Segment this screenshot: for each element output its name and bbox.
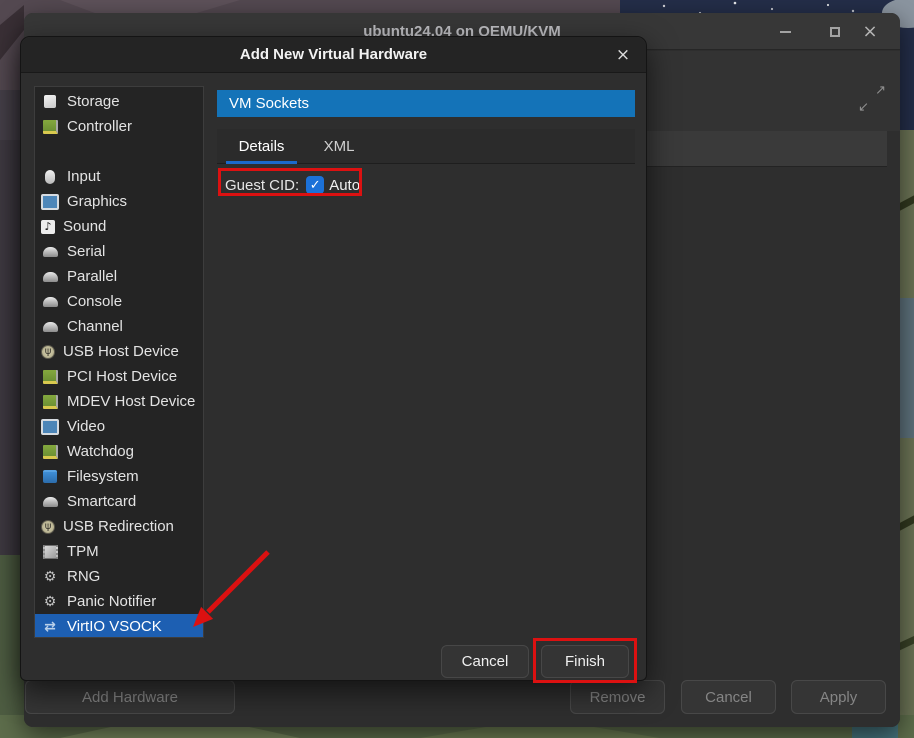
sidebar-item-label: VirtIO VSOCK <box>67 618 162 635</box>
expand-arrow-sw-icon: ↙ <box>858 100 869 115</box>
sidebar-item-tpm[interactable]: TPM <box>35 539 203 564</box>
sidebar-item-label: Smartcard <box>67 493 136 510</box>
sidebar-item-label: Input <box>67 168 100 185</box>
sidebar-item-graphics[interactable]: Graphics <box>35 189 203 214</box>
sidebar-item-parallel[interactable]: Parallel <box>35 264 203 289</box>
sidebar-item-virtio-vsock[interactable]: ⇄ VirtIO VSOCK <box>35 614 203 638</box>
sidebar-item-label: Controller <box>67 118 132 135</box>
serial-port-icon <box>41 294 59 310</box>
pci-card-icon <box>41 119 59 135</box>
sidebar-item-input[interactable]: Input <box>35 164 203 189</box>
tab-details[interactable]: Details <box>226 129 297 164</box>
sidebar-item-smartcard[interactable]: Smartcard <box>35 489 203 514</box>
sidebar-item-panic-notifier[interactable]: ⚙ Panic Notifier <box>35 589 203 614</box>
sidebar-item-serial[interactable]: Serial <box>35 239 203 264</box>
pci-card-icon <box>41 444 59 460</box>
serial-port-icon <box>41 269 59 285</box>
sound-card-icon: ♪ <box>41 220 55 234</box>
detail-pane: VM Sockets Details XML Guest CID: ✓ Auto <box>217 37 635 680</box>
sidebar-spacer <box>35 139 203 164</box>
pane-title: VM Sockets <box>217 90 635 117</box>
sync-arrows-icon: ⇄ <box>41 619 59 635</box>
gears-icon: ⚙ <box>41 569 59 585</box>
sidebar-item-label: USB Host Device <box>63 343 179 360</box>
auto-checkbox[interactable]: ✓ <box>306 176 324 194</box>
sidebar-item-rng[interactable]: ⚙ RNG <box>35 564 203 589</box>
minimize-button[interactable] <box>772 13 798 50</box>
sidebar-item-storage[interactable]: Storage <box>35 89 203 114</box>
serial-port-icon <box>41 244 59 260</box>
usb-icon: ψ <box>41 345 55 359</box>
sidebar-item-label: USB Redirection <box>63 518 174 535</box>
sidebar-item-label: Channel <box>67 318 123 335</box>
sidebar-item-label: TPM <box>67 543 99 560</box>
add-hardware-button[interactable]: Add Hardware <box>25 680 235 714</box>
display-icon <box>41 194 59 210</box>
sidebar-item-label: Video <box>67 418 105 435</box>
sidebar-item-label: Graphics <box>67 193 127 210</box>
maximize-icon <box>830 27 840 37</box>
sidebar-item-watchdog[interactable]: Watchdog <box>35 439 203 464</box>
guest-cid-row: Guest CID: ✓ Auto <box>225 173 360 197</box>
sidebar-item-console[interactable]: Console <box>35 289 203 314</box>
sidebar-item-label: Watchdog <box>67 443 134 460</box>
usb-icon: ψ <box>41 520 55 534</box>
sidebar-item-mdev-host-device[interactable]: MDEV Host Device <box>35 389 203 414</box>
chip-icon <box>41 544 59 560</box>
sidebar-item-label: Console <box>67 293 122 310</box>
sidebar-item-label: Filesystem <box>67 468 139 485</box>
serial-port-icon <box>41 319 59 335</box>
hardware-type-list: Storage Controller Input Graphics ♪ Soun… <box>34 86 204 638</box>
expand-arrow-ne-icon: ↗ <box>875 83 886 98</box>
sidebar-item-label: RNG <box>67 568 100 585</box>
guest-cid-label: Guest CID: <box>225 177 299 194</box>
disk-icon <box>41 94 59 110</box>
sidebar-item-sound[interactable]: ♪ Sound <box>35 214 203 239</box>
tab-bar: Details XML <box>217 129 635 164</box>
sidebar-item-label: Parallel <box>67 268 117 285</box>
tab-xml[interactable]: XML <box>315 129 363 164</box>
add-hardware-dialog: Add New Virtual Hardware × Storage Contr… <box>20 36 647 681</box>
maximize-button[interactable] <box>822 13 848 50</box>
sidebar-item-label: PCI Host Device <box>67 368 177 385</box>
apply-button[interactable]: Apply <box>791 680 886 714</box>
auto-checkbox-label: Auto <box>329 177 360 194</box>
close-icon: × <box>862 23 877 41</box>
sidebar-item-controller[interactable]: Controller <box>35 114 203 139</box>
sidebar-item-filesystem[interactable]: Filesystem <box>35 464 203 489</box>
finish-button[interactable]: Finish <box>541 645 629 678</box>
serial-port-icon <box>41 494 59 510</box>
gears-icon: ⚙ <box>41 594 59 610</box>
folder-icon <box>41 469 59 485</box>
expand-view-button[interactable]: ↗ ↙ <box>856 83 888 115</box>
sidebar-item-usb-redirection[interactable]: ψ USB Redirection <box>35 514 203 539</box>
sidebar-item-usb-host-device[interactable]: ψ USB Host Device <box>35 339 203 364</box>
sidebar-item-video[interactable]: Video <box>35 414 203 439</box>
remove-button[interactable]: Remove <box>570 680 665 714</box>
vm-cancel-button[interactable]: Cancel <box>681 680 776 714</box>
minimize-icon <box>780 31 791 33</box>
pci-card-icon <box>41 369 59 385</box>
pci-card-icon <box>41 394 59 410</box>
sidebar-item-label: Sound <box>63 218 106 235</box>
dialog-cancel-button[interactable]: Cancel <box>441 645 529 678</box>
display-icon <box>41 419 59 435</box>
sidebar-item-channel[interactable]: Channel <box>35 314 203 339</box>
close-window-button[interactable]: × <box>857 13 883 50</box>
sidebar-item-label: MDEV Host Device <box>67 393 195 410</box>
screen: ubuntu24.04 on QEMU/KVM × ↗ ↙ Add Hardwa… <box>0 0 914 738</box>
sidebar-item-pci-host-device[interactable]: PCI Host Device <box>35 364 203 389</box>
sidebar-item-label: Panic Notifier <box>67 593 156 610</box>
sidebar-item-label: Storage <box>67 93 120 110</box>
sidebar-item-label: Serial <box>67 243 105 260</box>
mouse-icon <box>41 169 59 185</box>
